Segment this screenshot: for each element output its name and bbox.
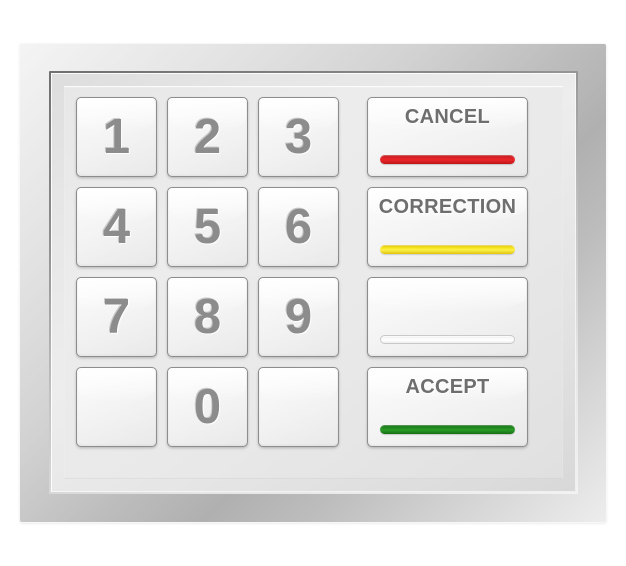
cancel-button[interactable]: CANCEL (367, 97, 528, 177)
key-label: 7 (102, 289, 131, 344)
blank-indicator-bar (380, 335, 515, 344)
key-2[interactable]: 2 (167, 97, 248, 177)
key-label: 8 (193, 289, 222, 344)
cancel-indicator-bar (380, 155, 515, 164)
key-label: 0 (193, 379, 222, 434)
key-5[interactable]: 5 (167, 187, 248, 267)
correction-button[interactable]: CORRECTION (367, 187, 528, 267)
accept-button[interactable]: ACCEPT (367, 367, 528, 447)
key-label: 9 (284, 289, 313, 344)
key-label: 5 (193, 199, 222, 254)
key-0[interactable]: 0 (167, 367, 248, 447)
keypad-bezel-rim: 1 2 3 4 5 6 7 8 9 0 CANCEL CORRECTION AC… (49, 71, 578, 494)
correction-label: CORRECTION (378, 196, 517, 218)
key-label: 4 (102, 199, 131, 254)
key-label: 2 (193, 109, 222, 164)
key-label: 3 (284, 109, 313, 164)
atm-keypad: 1 2 3 4 5 6 7 8 9 0 CANCEL CORRECTION AC… (20, 44, 606, 522)
key-3[interactable]: 3 (258, 97, 339, 177)
key-blank-right[interactable] (258, 367, 339, 447)
correction-indicator-bar (380, 245, 515, 254)
numeric-keypad-grid: 1 2 3 4 5 6 7 8 9 0 (76, 97, 339, 467)
keypad-inner-plate: 1 2 3 4 5 6 7 8 9 0 CANCEL CORRECTION AC… (51, 73, 576, 492)
key-9[interactable]: 9 (258, 277, 339, 357)
key-blank-left[interactable] (76, 367, 157, 447)
key-7[interactable]: 7 (76, 277, 157, 357)
function-key-column: CANCEL CORRECTION ACCEPT (367, 97, 528, 467)
key-4[interactable]: 4 (76, 187, 157, 267)
accept-label: ACCEPT (405, 376, 490, 398)
key-8[interactable]: 8 (167, 277, 248, 357)
key-6[interactable]: 6 (258, 187, 339, 267)
key-label: 6 (284, 199, 313, 254)
blank-function-button[interactable] (367, 277, 528, 357)
accept-indicator-bar (380, 425, 515, 434)
cancel-label: CANCEL (404, 106, 491, 128)
key-label: 1 (102, 109, 131, 164)
keypad-pad-face: 1 2 3 4 5 6 7 8 9 0 CANCEL CORRECTION AC… (64, 86, 563, 479)
key-1[interactable]: 1 (76, 97, 157, 177)
